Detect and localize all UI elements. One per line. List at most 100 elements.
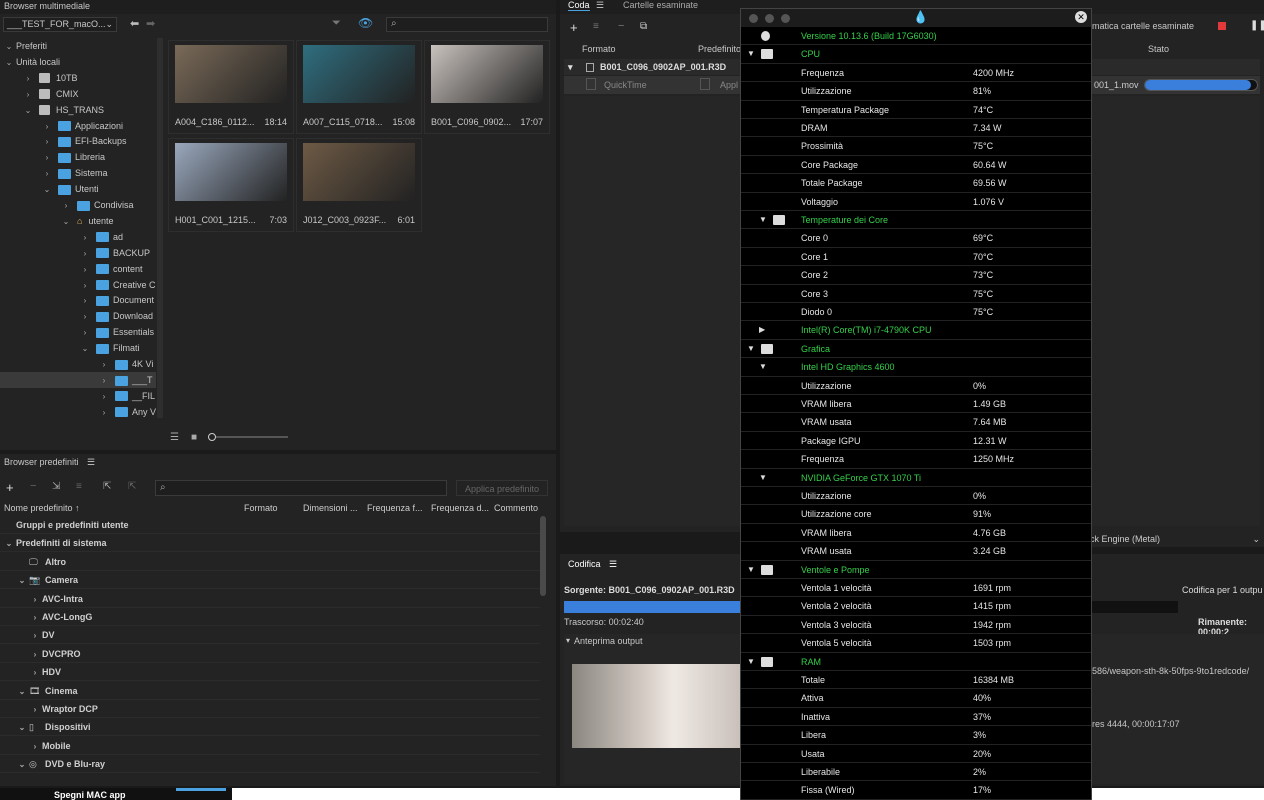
tree-item[interactable]: › EFI-Backups xyxy=(0,133,156,149)
tab-watch-folders[interactable]: Cartelle esaminate xyxy=(623,0,698,10)
chevron-right-icon[interactable]: › xyxy=(99,373,109,388)
import-preset-icon[interactable]: ⇲ xyxy=(52,481,60,492)
settings-preset-icon[interactable]: ≡ xyxy=(76,481,82,492)
tree-item[interactable]: › content xyxy=(0,261,156,277)
monitor-section[interactable]: ▶ Intel(R) Core(TM) i7-4790K CPU xyxy=(741,321,1091,340)
preset-column[interactable]: Formato xyxy=(244,503,278,513)
renderer-dropdown[interactable]: ck Engine (Metal) ⌄ xyxy=(1090,531,1264,547)
chevron-down-icon[interactable]: ⌄ xyxy=(4,55,14,70)
preset-column[interactable]: Frequenza f... xyxy=(367,503,423,513)
triangle-down-icon[interactable]: ▼ xyxy=(759,469,767,487)
media-thumbnail[interactable]: H001_C001_1215... 7:03 xyxy=(168,138,294,232)
chevron-right-icon[interactable]: › xyxy=(23,71,33,86)
tree-item[interactable]: ⌄ Unità locali xyxy=(0,54,156,70)
monitor-section[interactable]: Versione 10.13.6 (Build 17G6030) xyxy=(741,27,1091,46)
preset-row[interactable]: Gruppi e predefiniti utente xyxy=(0,516,540,534)
bottom-banner[interactable]: Spegni MAC app xyxy=(0,788,232,800)
remove-preset-icon[interactable]: − xyxy=(30,480,36,492)
preset-column[interactable]: Dimensioni ... xyxy=(303,503,358,513)
tree-item[interactable]: › Any V xyxy=(0,404,156,420)
chevron-right-icon[interactable]: › xyxy=(30,664,40,682)
tree-item[interactable]: › ___T xyxy=(0,371,156,388)
triangle-down-icon[interactable]: ▼ xyxy=(747,340,755,358)
remove-icon[interactable]: − xyxy=(618,20,624,32)
group-preset-icon[interactable]: ⇱ xyxy=(103,481,111,492)
window-minimize-dot[interactable] xyxy=(765,14,774,23)
chevron-down-icon[interactable]: ▾ xyxy=(566,636,570,645)
tree-scrollbar[interactable] xyxy=(157,38,163,418)
monitor-section[interactable]: ▼ Ventole e Pompe xyxy=(741,561,1091,579)
tree-item[interactable]: › Libreria xyxy=(0,149,156,165)
forward-arrow-icon[interactable]: ➡ xyxy=(146,17,155,30)
chevron-right-icon[interactable]: › xyxy=(80,246,90,261)
preset-row[interactable]: ⌄ ▯ Dispositivi xyxy=(0,718,540,737)
chevron-right-icon[interactable]: › xyxy=(30,701,40,719)
chevron-down-icon[interactable]: ⌄ xyxy=(17,683,27,701)
preset-row[interactable]: › HDV xyxy=(0,663,540,682)
triangle-down-icon[interactable]: ▼ xyxy=(759,211,767,229)
chevron-down-icon[interactable]: ⌄ xyxy=(17,756,27,774)
preset-column[interactable]: Commento xyxy=(494,503,538,513)
preset-row[interactable]: › Wraptor DCP xyxy=(0,700,540,718)
chevron-right-icon[interactable]: › xyxy=(99,389,109,404)
monitor-section[interactable]: ▼ Grafica xyxy=(741,340,1091,359)
window-zoom-dot[interactable] xyxy=(781,14,790,23)
chevron-right-icon[interactable]: › xyxy=(42,119,52,134)
pause-icon[interactable]: ❚❚ xyxy=(1250,20,1264,31)
preset-column[interactable]: Nome predefinito ↑ xyxy=(4,503,80,513)
preset-row[interactable]: › AVC-LongG xyxy=(0,608,540,626)
tree-item[interactable]: › BACKUP xyxy=(0,245,156,261)
chevron-right-icon[interactable]: › xyxy=(80,262,90,277)
export-preset-icon[interactable]: ⇱ xyxy=(128,481,136,492)
preset-row[interactable]: › DVCPRO xyxy=(0,645,540,663)
preset-row[interactable]: ⌄ 🎞 Cinema xyxy=(0,682,540,700)
media-thumbnail[interactable]: J012_C003_0923F... 6:01 xyxy=(296,138,422,232)
chevron-right-icon[interactable]: › xyxy=(61,198,71,213)
stop-icon[interactable] xyxy=(1218,22,1226,30)
chevron-right-icon[interactable]: › xyxy=(80,293,90,308)
preset-search-field[interactable]: ⌕ xyxy=(155,480,447,496)
search-input[interactable] xyxy=(403,19,543,30)
zoom-slider[interactable] xyxy=(208,433,288,441)
tree-item[interactable]: › Sistema xyxy=(0,165,156,181)
chevron-down-icon[interactable]: ⌄ xyxy=(80,341,90,356)
search-field[interactable]: ⌕ xyxy=(386,17,548,32)
chevron-down-icon[interactable]: ⌄ xyxy=(17,719,27,737)
duplicate-icon[interactable]: ⧉ xyxy=(640,21,647,32)
preset-scrollbar[interactable] xyxy=(540,516,546,596)
monitor-titlebar[interactable]: 💧 ✕ xyxy=(741,9,1091,27)
path-dropdown[interactable]: ___TEST_FOR_macO... ⌄ xyxy=(3,17,117,32)
triangle-down-icon[interactable]: ▼ xyxy=(747,653,755,671)
add-source-icon[interactable]: + xyxy=(570,20,578,35)
add-preset-icon[interactable]: + xyxy=(6,480,14,495)
preset-row[interactable]: ⌄ ◎ DVD e Blu-ray xyxy=(0,755,540,774)
tree-item[interactable]: › 10TB xyxy=(0,70,156,86)
preset-row[interactable]: ⌄ 📷 Camera xyxy=(0,571,540,590)
chevron-down-icon[interactable]: ⌄ xyxy=(17,572,27,590)
triangle-down-icon[interactable]: ▼ xyxy=(747,561,755,579)
chevron-right-icon[interactable]: › xyxy=(30,627,40,645)
triangle-right-icon[interactable]: ▶ xyxy=(759,321,765,339)
tree-item[interactable]: ⌄ HS_TRANS xyxy=(0,102,156,118)
preset-column[interactable]: Frequenza d... xyxy=(431,503,489,513)
chevron-right-icon[interactable]: › xyxy=(42,150,52,165)
media-thumbnail[interactable]: B001_C096_0902... 17:07 xyxy=(424,40,550,134)
chevron-down-icon[interactable]: ⌄ xyxy=(4,535,14,553)
preset-dropdown[interactable] xyxy=(700,78,710,90)
tree-item[interactable]: › ad xyxy=(0,229,156,245)
tree-item[interactable]: ⌄ ⌂ utente xyxy=(0,213,156,229)
chevron-right-icon[interactable]: › xyxy=(42,134,52,149)
chevron-down-icon[interactable]: ⌄ xyxy=(23,103,33,118)
chevron-right-icon[interactable]: › xyxy=(99,357,109,372)
tab-queue[interactable]: Coda xyxy=(568,0,590,11)
chevron-right-icon[interactable]: › xyxy=(30,591,40,609)
chevron-right-icon[interactable]: › xyxy=(30,609,40,627)
format-dropdown[interactable] xyxy=(586,78,596,90)
tree-item[interactable]: ⌄ Preferiti xyxy=(0,38,156,54)
chevron-right-icon[interactable]: › xyxy=(30,738,40,756)
menu-icon[interactable]: ☰ xyxy=(609,559,617,569)
chevron-down-icon[interactable]: ⌄ xyxy=(61,214,71,229)
window-close-dot[interactable] xyxy=(749,14,758,23)
monitor-section[interactable]: ▼ RAM xyxy=(741,653,1091,671)
monitor-section[interactable]: ▼ Temperature dei Core xyxy=(741,211,1091,230)
